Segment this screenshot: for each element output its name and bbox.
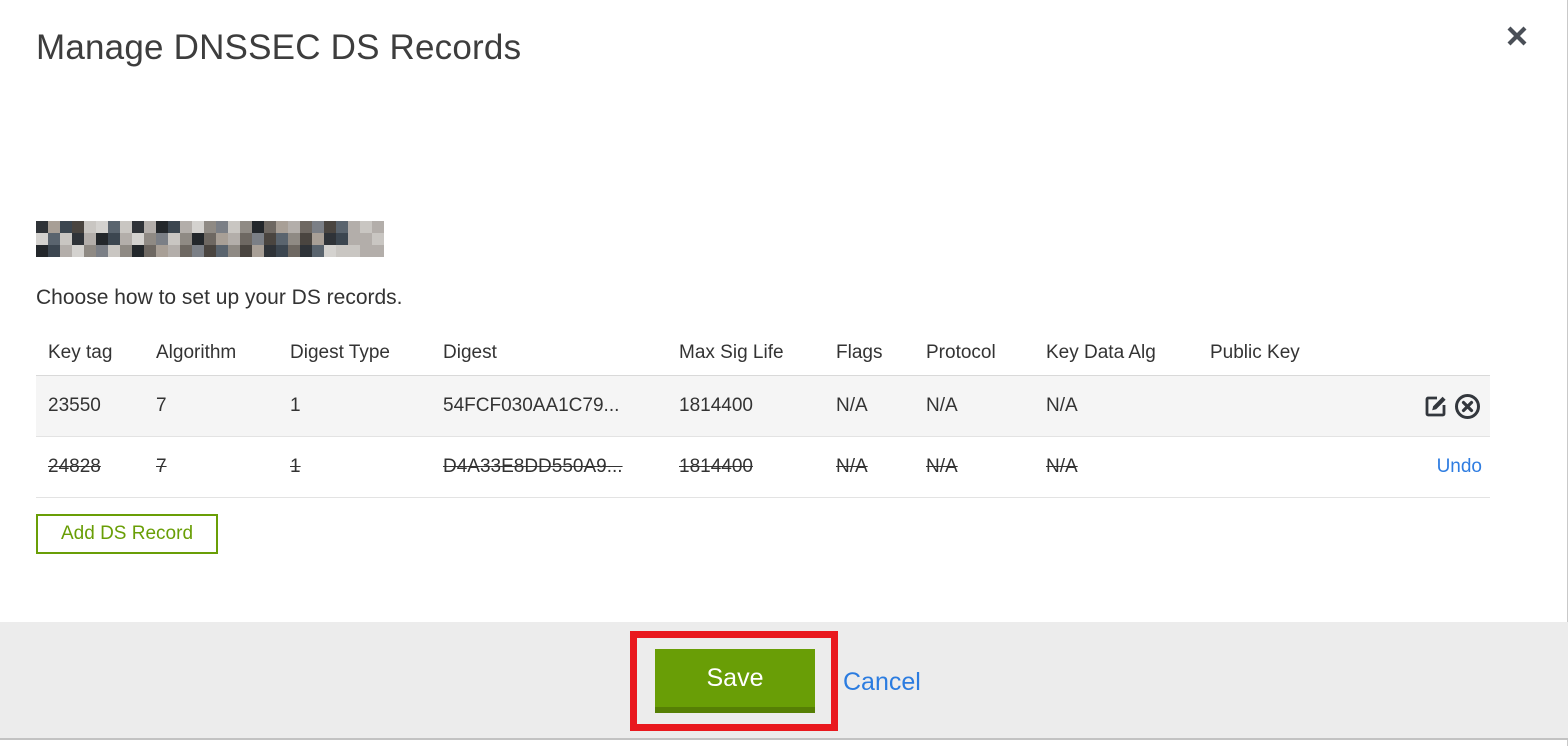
add-ds-record-button[interactable]: Add DS Record bbox=[36, 514, 219, 554]
col-key-data-alg: Key Data Alg bbox=[1046, 341, 1156, 363]
x-cross-glyph bbox=[1507, 26, 1527, 46]
redacted-domain-name bbox=[36, 221, 384, 257]
cell-key-tag: 24828 bbox=[48, 456, 101, 477]
cell-actions bbox=[1340, 392, 1490, 421]
cell-flags: N/A bbox=[836, 395, 868, 416]
table-header: Key tag Algorithm Digest Type Digest Max… bbox=[36, 330, 1490, 376]
cell-max-sig-life: 1814400 bbox=[679, 456, 753, 477]
table-body: 23550 7 1 54FCF030AA1C79... 1814400 N/A N/A N/A… bbox=[36, 376, 1490, 498]
cell-actions: Undo bbox=[1340, 456, 1490, 478]
col-flags: Flags bbox=[836, 341, 883, 363]
save-button[interactable]: Save bbox=[655, 649, 815, 713]
cell-key-tag: 23550 bbox=[48, 395, 101, 416]
col-protocol: Protocol bbox=[926, 341, 996, 363]
col-digest-type: Digest Type bbox=[290, 341, 390, 363]
cell-digest: D4A33E8DD550A9... bbox=[443, 456, 623, 477]
ds-records-table: Key tag Algorithm Digest Type Digest Max… bbox=[36, 330, 1490, 498]
cell-algorithm: 7 bbox=[156, 456, 167, 477]
table-row: 24828 7 1 D4A33E8DD550A9... 1814400 N/A N/A N/A… bbox=[36, 437, 1490, 498]
close-icon[interactable] bbox=[1501, 20, 1533, 52]
col-key-tag: Key tag bbox=[48, 341, 113, 363]
cell-digest-type: 1 bbox=[290, 395, 301, 416]
col-public-key: Public Key bbox=[1210, 341, 1300, 363]
col-algorithm: Algorithm bbox=[156, 341, 237, 363]
cell-digest: 54FCF030AA1C79... bbox=[443, 395, 620, 416]
edit-record-icon[interactable] bbox=[1421, 392, 1450, 421]
cell-key-data-alg: N/A bbox=[1046, 395, 1078, 416]
cell-algorithm: 7 bbox=[156, 395, 167, 416]
table-row: 23550 7 1 54FCF030AA1C79... 1814400 N/A N/A N/A bbox=[36, 376, 1490, 437]
cancel-link[interactable]: Cancel bbox=[843, 668, 921, 697]
col-max-sig-life: Max Sig Life bbox=[679, 341, 784, 363]
cell-protocol: N/A bbox=[926, 456, 958, 477]
cell-key-data-alg: N/A bbox=[1046, 456, 1078, 477]
cell-protocol: N/A bbox=[926, 395, 958, 416]
cell-max-sig-life: 1814400 bbox=[679, 395, 753, 416]
delete-record-icon[interactable] bbox=[1453, 392, 1482, 421]
page-title: Manage DNSSEC DS Records bbox=[36, 28, 522, 67]
undo-link[interactable]: Undo bbox=[1437, 456, 1482, 478]
cell-digest-type: 1 bbox=[290, 456, 301, 477]
cell-flags: N/A bbox=[836, 456, 868, 477]
col-digest: Digest bbox=[443, 341, 497, 363]
instruction-text: Choose how to set up your DS records. bbox=[36, 286, 403, 309]
